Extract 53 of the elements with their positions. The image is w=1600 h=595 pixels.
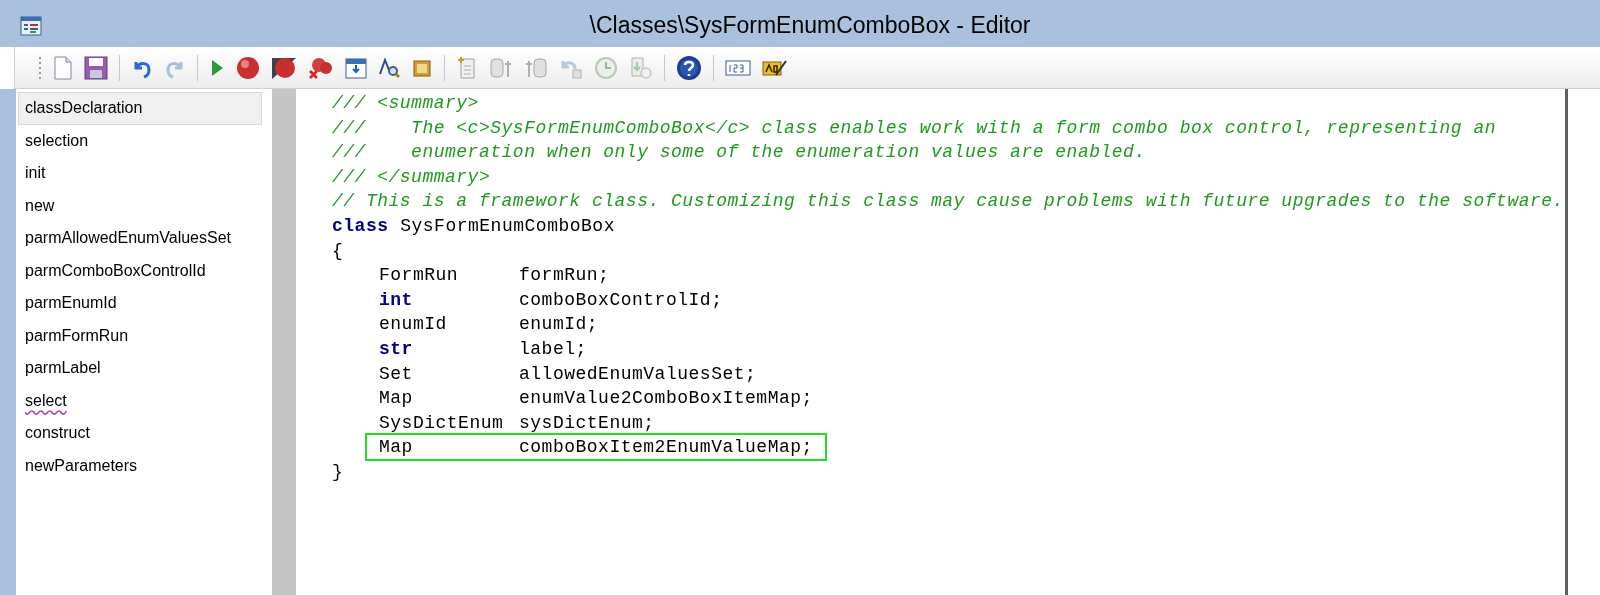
method-list-item[interactable]: newParameters <box>18 449 262 482</box>
method-list-item[interactable]: parmEnumId <box>18 287 262 320</box>
database-icon[interactable] <box>524 55 548 80</box>
code-keyword: str <box>379 337 414 361</box>
window-title: \Classes\SysFormEnumComboBox - Editor <box>589 11 1031 41</box>
save-icon[interactable] <box>84 55 108 80</box>
method-list-item[interactable]: init <box>18 157 262 190</box>
method-list-item[interactable]: new <box>18 189 262 222</box>
code-comment: /// enumeration when only some of the enumeration values are enabled. <box>332 141 1146 165</box>
new-document-icon[interactable] <box>53 55 73 80</box>
method-list-item[interactable]: parmFormRun <box>18 319 262 352</box>
add-document-icon[interactable] <box>456 55 478 80</box>
method-list-item[interactable]: parmAllowedEnumValuesSet <box>18 222 262 255</box>
misspelled-label: select <box>25 390 67 411</box>
code-text: SysFormEnumComboBox <box>400 214 615 238</box>
method-list-item[interactable]: parmComboBoxControlId <box>18 254 262 287</box>
help-icon[interactable] <box>676 54 702 81</box>
code-identifier: enumId; <box>519 313 599 337</box>
code-keyword: class <box>332 214 389 238</box>
code-brace: } <box>332 460 344 484</box>
code-identifier: comboBoxControlId; <box>519 288 723 312</box>
code-identifier: formRun; <box>519 264 610 288</box>
code-type: Map <box>379 436 414 459</box>
editor-window-icon <box>20 15 42 36</box>
breakpoint-icon[interactable] <box>236 55 260 80</box>
method-list-item[interactable]: select <box>18 384 262 417</box>
breakpoint-toggle-icon[interactable] <box>271 55 297 80</box>
code-identifier: sysDictEnum; <box>519 411 655 435</box>
code-identifier: enumValue2ComboBoxItemMap; <box>519 387 813 411</box>
find-icon[interactable] <box>378 56 400 79</box>
remove-breakpoints-icon[interactable] <box>308 55 334 80</box>
method-list-item[interactable]: classDeclaration <box>18 92 262 125</box>
method-list-item[interactable]: selection <box>18 124 262 157</box>
code-keyword: int <box>379 288 414 312</box>
code-type: FormRun <box>379 264 460 288</box>
code-identifier: comboBoxItem2EnumValueMap; <box>519 436 813 459</box>
code-comment: /// </summary> <box>332 165 491 189</box>
code-type: SysDictEnum <box>379 411 505 435</box>
method-list-item[interactable]: parmLabel <box>18 352 262 385</box>
code-comment: // This is a framework class. Customizing this class may cause problems with future upgrades to the software. <box>332 190 1564 214</box>
number-field-icon[interactable] <box>725 58 751 77</box>
clock-icon[interactable] <box>594 55 618 80</box>
code-brace: { <box>332 239 344 263</box>
code-type: Map <box>379 387 414 411</box>
code-identifier: label; <box>519 337 587 361</box>
method-list-item[interactable]: construct <box>18 417 262 450</box>
code-identifier: allowedEnumValuesSet; <box>519 362 757 386</box>
grip-icon <box>39 55 42 80</box>
code-comment: /// <summary> <box>332 92 479 115</box>
database-icon[interactable] <box>489 55 513 80</box>
code-type: enumId <box>379 313 448 337</box>
code-comment: /// The <c>SysFormEnumComboBox</c> class enables work with a form combo box control, representing an <box>332 116 1497 140</box>
code-type: Set <box>379 362 414 386</box>
